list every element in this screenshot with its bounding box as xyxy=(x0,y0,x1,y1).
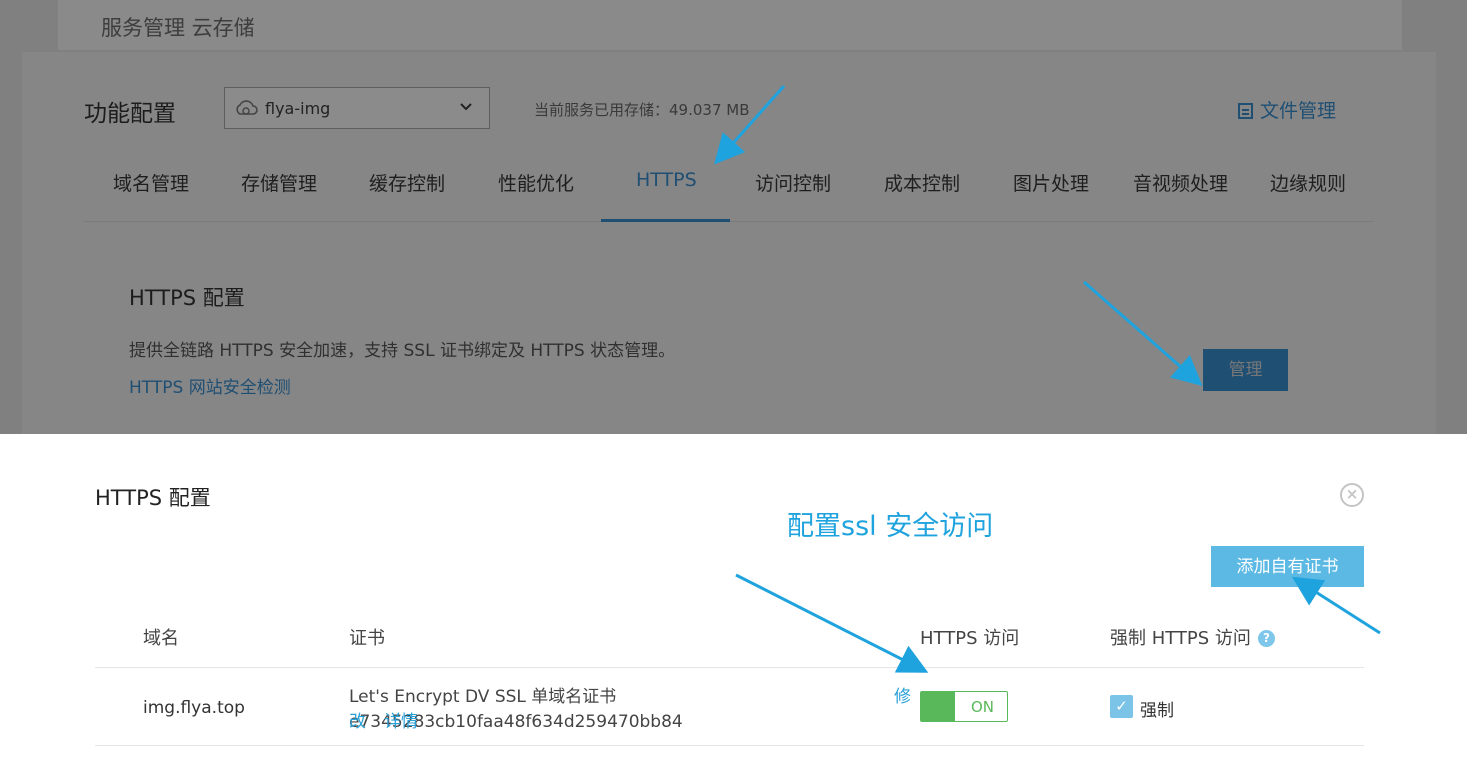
function-config-title: 功能配置 xyxy=(84,101,176,127)
column-header-https-access: HTTPS 访问 xyxy=(920,628,1020,649)
modal-title: HTTPS 配置 xyxy=(95,486,211,510)
https-security-check-link[interactable]: HTTPS 网站安全检测 xyxy=(129,373,291,398)
storage-usage: 当前服务已用存储：49.037 MB xyxy=(534,101,750,119)
tab-storage[interactable]: 存储管理 xyxy=(241,169,317,196)
domain-cell: img.flya.top xyxy=(143,698,245,718)
bucket-name: flya-img xyxy=(265,99,331,118)
chevron-down-icon xyxy=(460,103,472,111)
column-header-force-https: 强制 HTTPS 访问? xyxy=(1110,624,1275,650)
certificate-cell: Let's Encrypt DV SSL 单域名证书 e7345283cb10f… xyxy=(349,687,683,732)
toggle-state-label: ON xyxy=(971,698,995,716)
column-header-domain: 域名 xyxy=(143,628,179,649)
active-tab-indicator xyxy=(601,219,730,222)
tab-access-control[interactable]: 访问控制 xyxy=(755,169,831,196)
page-header: 服务管理 云存储 xyxy=(58,0,1402,50)
tab-cost-control[interactable]: 成本控制 xyxy=(884,169,960,196)
feature-tabs: 域名管理 存储管理 缓存控制 性能优化 HTTPS 访问控制 成本控制 图片处理… xyxy=(84,147,1374,222)
modify-link[interactable]: 修 xyxy=(894,685,911,710)
tab-media-processing[interactable]: 音视频处理 xyxy=(1133,169,1228,196)
https-config-modal: HTTPS 配置 × 配置ssl 安全访问 添加自有证书 域名 证书 HTTPS… xyxy=(0,434,1467,776)
detail-link[interactable]: 详情 xyxy=(384,710,418,735)
tab-domain[interactable]: 域名管理 xyxy=(113,169,189,196)
force-https-header-label: 强制 HTTPS 访问 xyxy=(1110,628,1251,649)
cloud-icon xyxy=(236,100,258,115)
manage-button[interactable]: 管理 xyxy=(1203,349,1288,391)
https-section-description: 提供全链路 HTTPS 安全加速，支持 SSL 证书绑定及 HTTPS 状态管理… xyxy=(129,341,676,361)
force-https-checkbox[interactable]: ✓ xyxy=(1110,695,1133,718)
close-icon[interactable]: × xyxy=(1340,483,1364,507)
bucket-select[interactable]: flya-img xyxy=(224,87,490,129)
page-title: 服务管理 云存储 xyxy=(101,16,255,40)
file-icon xyxy=(1238,103,1253,119)
https-section-title: HTTPS 配置 xyxy=(129,286,245,310)
file-manage-label: 文件管理 xyxy=(1260,100,1337,122)
config-card: 功能配置 flya-img 当前服务已用存储：49.037 MB 文件管理 域名… xyxy=(22,52,1436,434)
force-https-label: 强制 xyxy=(1140,701,1174,721)
column-header-certificate: 证书 xyxy=(349,628,385,649)
tab-performance[interactable]: 性能优化 xyxy=(498,169,574,196)
annotation-text: 配置ssl 安全访问 xyxy=(787,511,994,542)
add-certificate-button[interactable]: 添加自有证书 xyxy=(1211,546,1364,587)
question-circle-icon[interactable]: ? xyxy=(1257,630,1275,647)
tab-edge-rules[interactable]: 边缘规则 xyxy=(1270,169,1346,196)
toggle-knob xyxy=(921,692,955,721)
file-manage-link[interactable]: 文件管理 xyxy=(1238,96,1336,123)
tab-cache[interactable]: 缓存控制 xyxy=(369,169,445,196)
tab-https[interactable]: HTTPS xyxy=(636,169,697,191)
table-row: img.flya.top Let's Encrypt DV SSL 单域名证书 … xyxy=(95,668,1364,746)
tab-image-processing[interactable]: 图片处理 xyxy=(1013,169,1089,196)
https-access-toggle[interactable]: ON xyxy=(920,691,1008,722)
table-header: 域名 证书 HTTPS 访问 强制 HTTPS 访问? xyxy=(95,604,1364,668)
modify-link-continued[interactable]: 改 xyxy=(349,710,366,735)
